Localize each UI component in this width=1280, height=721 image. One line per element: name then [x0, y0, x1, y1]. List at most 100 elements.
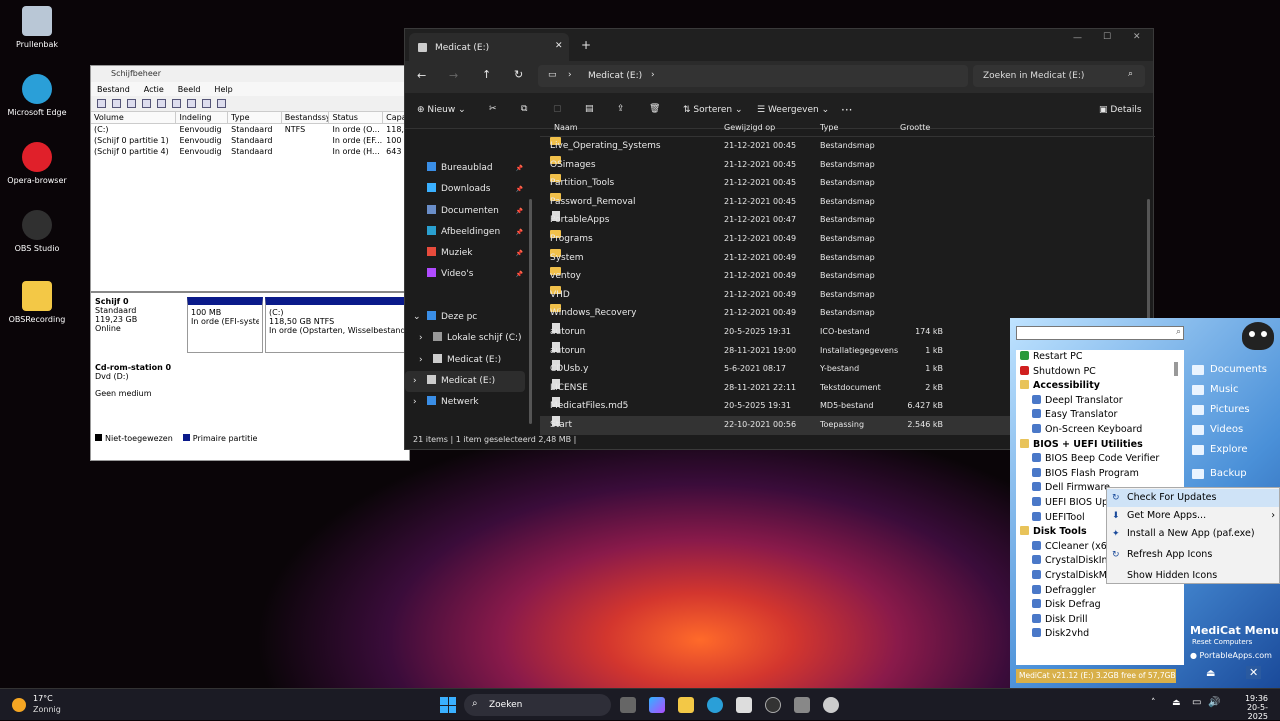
- pin-icon[interactable]: 📌: [516, 201, 523, 222]
- column-header[interactable]: Grootte: [900, 123, 930, 132]
- list-scrollbar[interactable]: [1174, 362, 1178, 376]
- chevron-up-icon[interactable]: ˄: [1151, 698, 1156, 708]
- file-row[interactable]: ventoy 21-12-2021 00:49 Bestandsmap: [540, 267, 1155, 286]
- app-item[interactable]: Shutdown PC: [1016, 365, 1184, 380]
- share-icon[interactable]: ⇪: [617, 104, 625, 114]
- nav-item[interactable]: Afbeeldingen 📌: [405, 222, 525, 243]
- column-header[interactable]: Naam: [554, 123, 578, 132]
- back-icon[interactable]: [97, 99, 106, 108]
- clock[interactable]: 19:36 20-5-2025: [1230, 694, 1268, 721]
- pin-icon[interactable]: 📌: [516, 264, 523, 285]
- menu-item[interactable]: Actie: [144, 85, 164, 94]
- new-button[interactable]: ⊕ Nieuw ⌄: [417, 105, 466, 115]
- file-row[interactable]: VHD 21-12-2021 00:49 Bestandsmap: [540, 285, 1155, 305]
- taskbar-search[interactable]: ⌕ Zoeken: [464, 694, 611, 716]
- file-row[interactable]: Programs 21-12-2021 00:49 Bestandsmap: [540, 229, 1155, 249]
- category-item[interactable]: BIOS + UEFI Utilities: [1016, 438, 1184, 453]
- category-item[interactable]: Accessibility: [1016, 379, 1184, 394]
- app-item[interactable]: Disk Drill: [1016, 613, 1184, 628]
- app-item[interactable]: Disk2vhd: [1016, 627, 1184, 642]
- app-item[interactable]: On-Screen Keyboard: [1016, 423, 1184, 438]
- nav-item[interactable]: Medicat (E:) ›: [405, 371, 525, 392]
- delete-icon[interactable]: 🗑: [649, 104, 660, 114]
- menu-item[interactable]: Help: [214, 85, 232, 94]
- help-icon[interactable]: [157, 99, 166, 108]
- file-explorer-icon[interactable]: [678, 697, 694, 713]
- desktop-icon[interactable]: Opera-browser: [4, 142, 70, 185]
- address-bar[interactable]: ▭ › Medicat (E:) ›: [538, 65, 968, 87]
- table-row[interactable]: (Schijf 0 partitie 4) Eenvoudig Standaard I…: [91, 146, 409, 157]
- pin-icon[interactable]: 📌: [516, 222, 523, 243]
- context-item[interactable]: ↻ Refresh App Icons: [1107, 546, 1279, 564]
- chevron-down-icon[interactable]: ⌄: [413, 307, 421, 328]
- table-row[interactable]: (Schijf 0 partitie 1) Eenvoudig Standaard I…: [91, 135, 409, 146]
- pin-icon[interactable]: 📌: [516, 158, 523, 179]
- app-item[interactable]: BIOS Flash Program: [1016, 467, 1184, 482]
- usb-icon[interactable]: ⏏: [1172, 698, 1181, 708]
- nav-item[interactable]: Bureaublad 📌: [405, 158, 525, 179]
- chevron-right-icon[interactable]: ›: [413, 371, 417, 392]
- nav-item[interactable]: Muziek 📌: [405, 243, 525, 264]
- app-item[interactable]: Deepl Translator: [1016, 394, 1184, 409]
- up-icon[interactable]: ↑: [482, 68, 491, 81]
- check-icon[interactable]: [202, 99, 211, 108]
- nav-scrollbar[interactable]: [529, 199, 532, 424]
- column-header[interactable]: Bestandssys...: [282, 112, 330, 123]
- app-item[interactable]: Restart PC: [1016, 350, 1184, 365]
- file-row[interactable]: Password_Removal 21-12-2021 00:45 Bestands…: [540, 192, 1155, 212]
- desktop-icon[interactable]: OBS Studio: [4, 210, 70, 253]
- pin-icon[interactable]: 📌: [516, 179, 523, 200]
- column-header[interactable]: Type: [820, 123, 838, 132]
- menu-item[interactable]: Beeld: [178, 85, 201, 94]
- edit-icon[interactable]: [187, 99, 196, 108]
- breadcrumb[interactable]: Medicat (E:): [588, 71, 642, 81]
- obs-icon[interactable]: [765, 697, 781, 713]
- chevron-right-icon[interactable]: ›: [413, 392, 417, 413]
- app-item[interactable]: Defraggler: [1016, 584, 1184, 599]
- maximize-icon[interactable]: ☐: [1103, 32, 1111, 42]
- disk-management-icon[interactable]: [794, 697, 810, 713]
- file-row[interactable]: OSimages 21-12-2021 00:45 Bestandsmap: [540, 155, 1155, 175]
- medicat-icon[interactable]: [823, 697, 839, 713]
- forward-icon[interactable]: [112, 99, 121, 108]
- forward-icon[interactable]: →: [449, 69, 458, 82]
- more-icon[interactable]: ···: [841, 103, 852, 117]
- context-item[interactable]: ⬇ Get More Apps... ›: [1107, 507, 1279, 525]
- new-tab-icon[interactable]: +: [581, 38, 591, 52]
- nav-item[interactable]: Netwerk ›: [405, 392, 525, 413]
- partition-efi[interactable]: 100 MB In orde (EFI-systeem: [187, 297, 263, 353]
- refresh-icon[interactable]: ↻: [514, 68, 523, 81]
- close-icon[interactable]: ✕: [1246, 666, 1262, 679]
- details-button[interactable]: ▣ Details: [1099, 105, 1142, 115]
- network-icon[interactable]: ▭: [1192, 697, 1201, 708]
- column-header[interactable]: Indeling: [176, 112, 229, 123]
- nav-item[interactable]: Documenten 📌: [405, 201, 525, 222]
- edge-icon[interactable]: [707, 697, 723, 713]
- store-icon[interactable]: [736, 697, 752, 713]
- context-item[interactable]: Show Hidden Icons: [1107, 567, 1279, 585]
- menu-item[interactable]: Bestand: [97, 85, 130, 94]
- search-input[interactable]: ⌕: [1016, 326, 1184, 340]
- start-icon[interactable]: [440, 697, 456, 713]
- weather-text[interactable]: Zonnig: [33, 705, 61, 714]
- close-tab-icon[interactable]: ✕: [555, 41, 563, 51]
- file-row[interactable]: PortableApps 21-12-2021 00:47 Bestandsmap: [540, 211, 1155, 230]
- shortcut-backup[interactable]: Backup: [1192, 464, 1272, 484]
- grid-icon[interactable]: [142, 99, 151, 108]
- grid-icon[interactable]: [172, 99, 181, 108]
- desktop-icon[interactable]: OBSRecording: [4, 281, 70, 324]
- shortcut-explore[interactable]: Explore: [1192, 440, 1272, 460]
- nav-item[interactable]: Video's 📌: [405, 264, 525, 285]
- shortcut-documents[interactable]: Documents: [1192, 360, 1272, 380]
- file-row[interactable]: System 21-12-2021 00:49 Bestandsmap: [540, 248, 1155, 268]
- app-item[interactable]: BIOS Beep Code Verifier: [1016, 452, 1184, 467]
- column-header[interactable]: Status: [329, 112, 384, 123]
- pin-icon[interactable]: 📌: [516, 243, 523, 264]
- eject-icon[interactable]: ⏏: [1206, 668, 1215, 679]
- copilot-icon[interactable]: [649, 697, 665, 713]
- file-row[interactable]: Partition_Tools 21-12-2021 00:45 Bestandsm…: [540, 174, 1155, 193]
- column-header[interactable]: Volume: [91, 112, 177, 123]
- shortcut-videos[interactable]: Videos: [1192, 420, 1272, 440]
- desktop-icon[interactable]: Prullenbak: [4, 6, 70, 49]
- column-header[interactable]: Type: [228, 112, 282, 123]
